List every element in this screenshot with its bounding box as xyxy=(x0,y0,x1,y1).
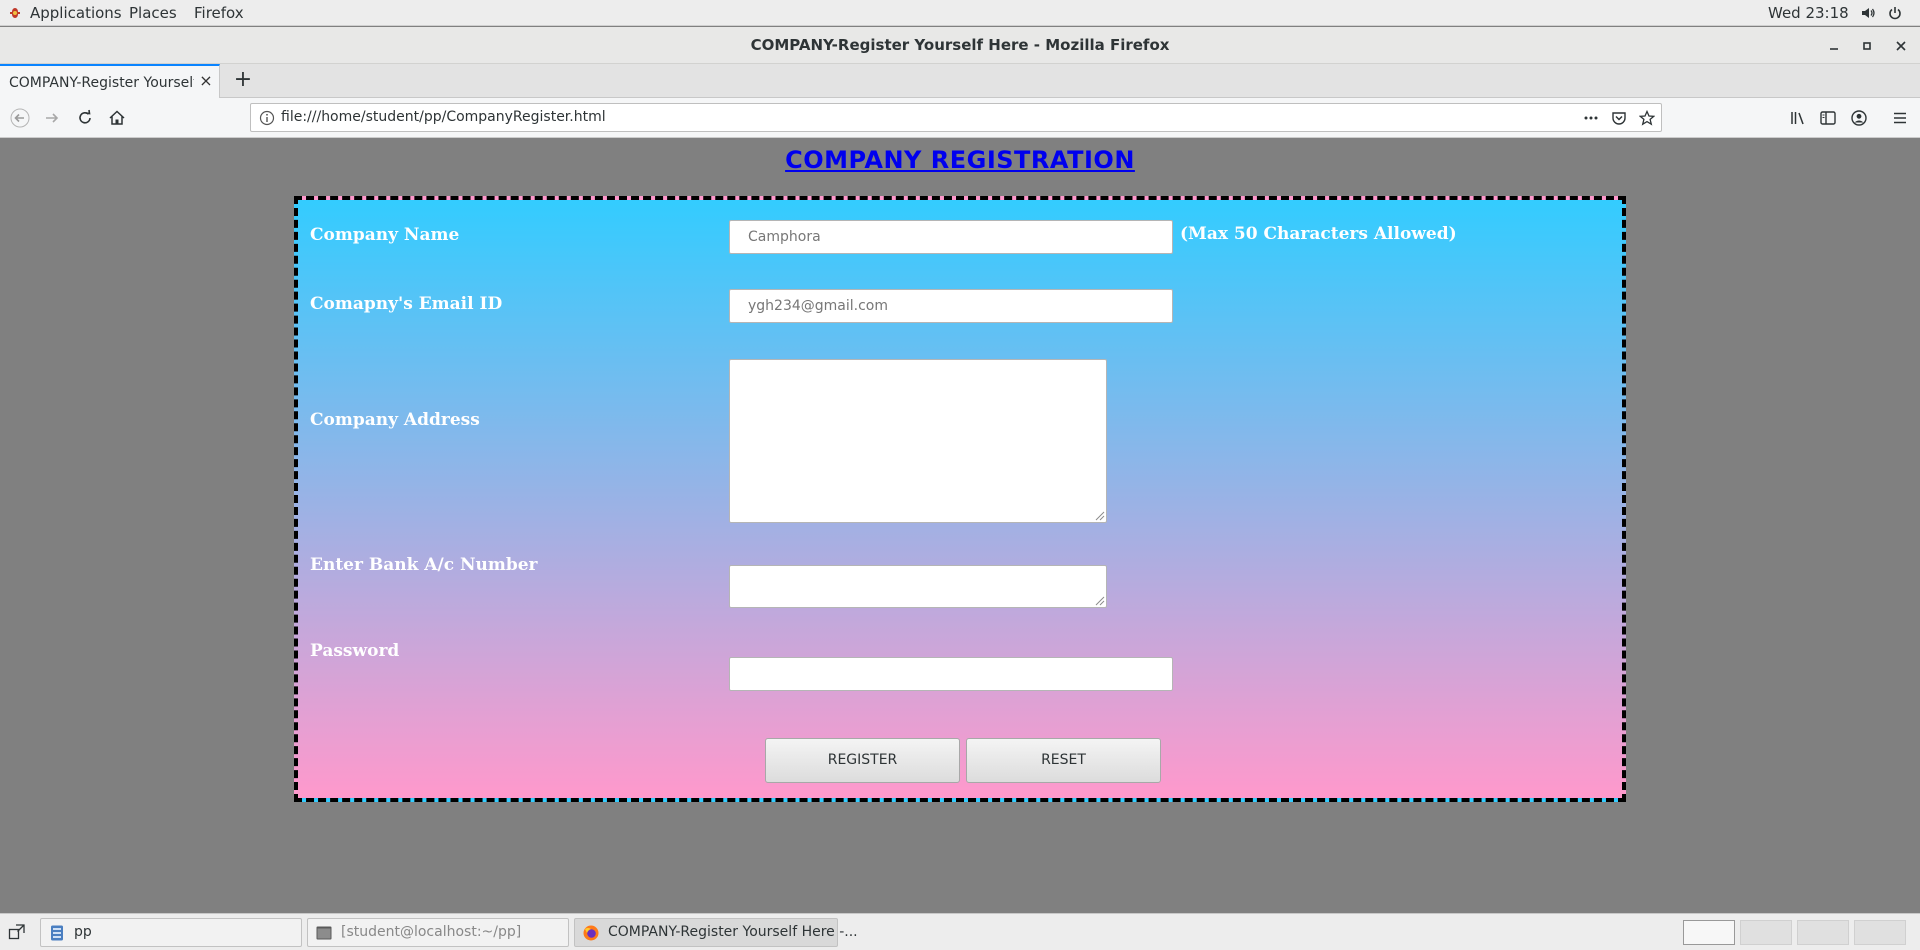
account-icon xyxy=(1851,110,1867,126)
company-name-label: Company Name xyxy=(310,225,460,245)
taskbar-item-firefox[interactable]: COMPANY-Register Yourself Here -... xyxy=(574,918,858,947)
maximize-icon xyxy=(1863,42,1871,50)
taskbar-item-terminal[interactable]: [student@localhost:~/pp] xyxy=(307,918,569,947)
workspace-3[interactable] xyxy=(1797,920,1849,945)
places-menu[interactable]: Places xyxy=(129,0,177,26)
show-desktop-icon[interactable] xyxy=(8,923,26,941)
taskbar-item-label: [student@localhost:~/pp] xyxy=(341,924,522,940)
taskbar-item-files[interactable]: pp xyxy=(40,918,302,947)
close-window-button[interactable] xyxy=(1891,36,1911,56)
address-textarea[interactable] xyxy=(729,359,1107,523)
applications-icon xyxy=(10,8,20,18)
back-arrow-icon xyxy=(10,108,30,128)
file-manager-icon xyxy=(51,925,63,941)
email-label: Comapny's Email ID xyxy=(310,294,503,314)
workspace-4[interactable] xyxy=(1854,920,1906,945)
pocket-icon[interactable] xyxy=(1610,109,1628,127)
bottom-taskbar: pp [student@localhost:~/pp] COMPANY-Regi… xyxy=(0,913,1920,950)
clock[interactable]: Wed 23:18 xyxy=(1768,0,1849,26)
gnome-top-bar: Applications Places Firefox Wed 23:18 xyxy=(0,0,1920,26)
reset-button[interactable]: RESET xyxy=(966,738,1161,783)
power-icon[interactable] xyxy=(1887,5,1903,21)
register-button[interactable]: REGISTER xyxy=(765,738,960,783)
minimize-icon xyxy=(1830,48,1838,50)
new-tab-button[interactable]: + xyxy=(230,68,256,94)
site-info-icon[interactable] xyxy=(259,110,275,126)
maximize-button[interactable] xyxy=(1857,36,1877,56)
minimize-button[interactable] xyxy=(1824,36,1844,56)
company-name-hint: (Max 50 Characters Allowed) xyxy=(1180,224,1457,244)
address-label: Company Address xyxy=(310,410,480,430)
home-icon xyxy=(109,110,125,125)
page-content: COMPANY REGISTRATION Company Name Campho… xyxy=(0,139,1920,913)
tab-close-icon[interactable]: × xyxy=(198,73,214,89)
applications-menu[interactable]: Applications xyxy=(30,0,122,26)
window-title: COMPANY-Register Yourself Here - Mozilla… xyxy=(750,36,1170,54)
account-button[interactable] xyxy=(1847,106,1871,130)
forward-button[interactable] xyxy=(40,106,64,130)
workspace-1[interactable] xyxy=(1683,920,1735,945)
home-button[interactable] xyxy=(105,106,129,130)
library-icon xyxy=(1791,112,1804,125)
forward-arrow-icon xyxy=(46,113,59,123)
tab-strip: COMPANY-Register Yourself Here × + xyxy=(0,64,1920,98)
page-actions-icon[interactable] xyxy=(1582,109,1600,127)
company-name-input[interactable]: Camphora xyxy=(729,220,1173,254)
back-button[interactable] xyxy=(8,106,32,130)
password-input[interactable] xyxy=(729,657,1173,691)
taskbar-item-label: pp xyxy=(74,924,92,940)
navigation-toolbar: file:///home/student/pp/CompanyRegister.… xyxy=(0,98,1920,138)
reload-icon xyxy=(79,109,91,124)
bookmark-star-icon[interactable] xyxy=(1638,109,1656,127)
firefox-app-menu[interactable]: Firefox xyxy=(194,0,244,26)
hamburger-menu-button[interactable] xyxy=(1888,106,1912,130)
password-label: Password xyxy=(310,641,400,661)
terminal-icon xyxy=(316,926,332,940)
resize-grip-icon[interactable] xyxy=(1093,509,1105,521)
registration-form: Company Name Camphora (Max 50 Characters… xyxy=(294,196,1626,802)
bank-account-textarea[interactable] xyxy=(729,565,1107,608)
email-input[interactable]: ygh234@gmail.com xyxy=(729,289,1173,323)
bank-account-label: Enter Bank A/c Number xyxy=(310,555,538,575)
sidebar-button[interactable] xyxy=(1816,106,1840,130)
sidebar-icon xyxy=(1820,111,1836,125)
url-bar[interactable]: file:///home/student/pp/CompanyRegister.… xyxy=(250,103,1662,132)
firefox-icon xyxy=(583,925,599,941)
hamburger-menu-icon xyxy=(1894,112,1906,124)
workspace-2[interactable] xyxy=(1740,920,1792,945)
tab-company-register[interactable]: COMPANY-Register Yourself Here × xyxy=(0,64,220,98)
taskbar-item-label: COMPANY-Register Yourself Here -... xyxy=(608,924,858,940)
resize-grip-icon[interactable] xyxy=(1093,594,1105,606)
url-text: file:///home/student/pp/CompanyRegister.… xyxy=(281,109,606,125)
page-heading-link[interactable]: COMPANY REGISTRATION xyxy=(0,146,1920,174)
reload-button[interactable] xyxy=(73,106,97,130)
close-icon xyxy=(1896,41,1906,51)
tab-title: COMPANY-Register Yourself Here xyxy=(9,75,194,91)
volume-icon[interactable] xyxy=(1860,5,1876,21)
window-title-bar: COMPANY-Register Yourself Here - Mozilla… xyxy=(0,27,1920,64)
library-button[interactable] xyxy=(1786,106,1810,130)
